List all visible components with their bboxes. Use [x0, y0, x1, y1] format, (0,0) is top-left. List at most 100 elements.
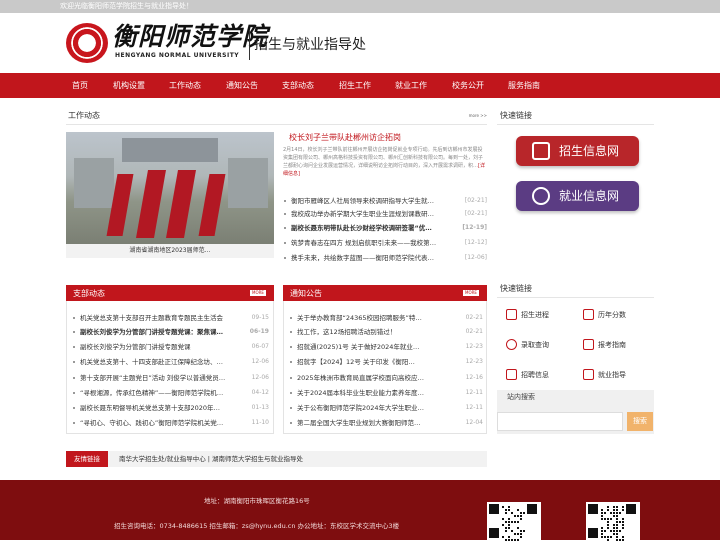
- nav-item-branch-news[interactable]: 支部动态: [282, 73, 314, 98]
- qr-module: [622, 539, 624, 541]
- friend-links-text[interactable]: 南华大学招生处/就业指导中心 | 湖南师范大学招生与就业指导处: [119, 451, 303, 467]
- nav-item-service-guide[interactable]: 服务指南: [508, 73, 540, 98]
- list-item-text[interactable]: 副校长聂东明带队赴长沙财经学校调研签署“优…: [291, 222, 459, 234]
- qr-module: [520, 518, 522, 520]
- list-item[interactable]: 关于举办教育部“24365校园招聘服务”特… 02-21: [289, 312, 483, 324]
- friend-links-bar: 友情链接 南华大学招生处/就业指导中心 | 湖南师范大学招生与就业指导处: [66, 451, 487, 467]
- list-item-text[interactable]: 我校成功举办新学期大学生职业生涯规划课教研…: [291, 208, 459, 220]
- list-item[interactable]: 机关党总支第十支部召开主题教育专题民主生活会 09-15: [72, 312, 269, 324]
- list-item[interactable]: 副校长刘俊学为分管部门讲授专题党课：聚焦课… 06-19: [72, 326, 269, 338]
- qr-module: [622, 521, 624, 523]
- nav-item-notices[interactable]: 通知公告: [226, 73, 258, 98]
- list-item[interactable]: 第十支部开展“主题党日”活动 刘俊学以普通党员… 12-06: [72, 372, 269, 384]
- list-item[interactable]: 招就通(2025)1号 关于做好2024年就业… 12-23: [289, 341, 483, 353]
- qr-module: [616, 521, 618, 523]
- list-item-text[interactable]: 招就通(2025)1号 关于做好2024年就业…: [297, 341, 463, 353]
- site-search-panel: 站内搜索 搜索: [497, 390, 654, 434]
- list-item[interactable]: “寻根湘源，传承红色精神”——衡阳师范学院机… 04-12: [72, 387, 269, 399]
- list-item[interactable]: 关于公布衡阳师范学院2024年大学生职业… 12-11: [289, 402, 483, 414]
- list-item[interactable]: 关于2024届本科毕业生职业能力素养年度… 12-11: [289, 387, 483, 399]
- list-item[interactable]: 副校长聂东明督导机关党总支第十支部2020年… 01-13: [72, 402, 269, 414]
- list-item-text[interactable]: 第二届全国大学生职业规划大赛衡阳师范…: [297, 417, 463, 429]
- logo-chinese-name[interactable]: 衡阳师范学院: [112, 22, 268, 52]
- list-item-text[interactable]: 招就字【2024】12号 关于印发《衡阳…: [297, 356, 463, 368]
- photo-tent-row: [198, 174, 226, 236]
- list-item-text[interactable]: 2025年株洲市教育局直属学校面向高校应…: [297, 372, 463, 384]
- nav-item-affairs[interactable]: 校务公开: [452, 73, 484, 98]
- list-item-date: 12-23: [465, 343, 483, 350]
- work-news-more-link[interactable]: more >>: [469, 113, 487, 118]
- qr-module: [619, 539, 621, 541]
- progress-icon: [506, 309, 517, 320]
- nav-item-work-news[interactable]: 工作动态: [169, 73, 201, 98]
- qr-module: [607, 524, 609, 526]
- list-item-date: 02-21: [465, 328, 483, 335]
- qr-module: [511, 512, 513, 514]
- list-item-text[interactable]: 找工作，这12场招聘活动别错过！: [297, 326, 463, 338]
- search-input[interactable]: [497, 412, 623, 431]
- qr-module: [622, 506, 624, 508]
- qr-module: [517, 533, 519, 535]
- list-item-text[interactable]: 第十支部开展“主题党日”活动 刘俊学以普通党员…: [80, 372, 248, 384]
- list-item-text[interactable]: 关于举办教育部“24365校园招聘服务”特…: [297, 312, 463, 324]
- qr-module: [616, 539, 618, 541]
- list-item[interactable]: 找工作，这12场招聘活动别错过！ 02-21: [289, 326, 483, 338]
- qr-module: [607, 536, 609, 538]
- qr-module: [601, 533, 603, 535]
- list-item[interactable]: “寻初心、守初心、践初心”衡阳师范学院机关党… 11-10: [72, 417, 269, 429]
- list-item[interactable]: 机关党总支第十、十四支部赴正江保障纪念坊、… 12-06: [72, 356, 269, 368]
- branch-news-more-button[interactable]: MORE: [250, 290, 266, 296]
- nav-item-admissions[interactable]: 招生工作: [339, 73, 371, 98]
- list-item-text[interactable]: “寻根湘源，传承红色精神”——衡阳师范学院机…: [80, 387, 248, 399]
- employment-portal-button[interactable]: 就业信息网: [516, 181, 639, 211]
- qr-module: [604, 530, 606, 532]
- qr-module: [613, 509, 615, 511]
- list-item-text[interactable]: 关于公布衡阳师范学院2024年大学生职业…: [297, 402, 463, 414]
- nav-item-home[interactable]: 首页: [72, 73, 88, 98]
- news-photo[interactable]: 2 湖南省湖南地区2023届师范…: [66, 132, 274, 258]
- list-item[interactable]: 副校长刘俊学为分管部门讲授专题党课 06-07: [72, 341, 269, 353]
- work-news-header: 工作动态 more >>: [66, 109, 487, 125]
- list-item[interactable]: 第二届全国大学生职业规划大赛衡阳师范… 12-04: [289, 417, 483, 429]
- qr-module: [613, 524, 615, 526]
- qr-module: [508, 506, 510, 508]
- university-emblem-icon[interactable]: [66, 23, 108, 63]
- list-item[interactable]: 衡阳市雁峰区人社局领导来校调研指导大学生就… [02-21]: [283, 195, 487, 207]
- notices-more-button[interactable]: MORE: [463, 290, 479, 296]
- list-item[interactable]: 招就字【2024】12号 关于印发《衡阳… 12-23: [289, 356, 483, 368]
- featured-news-title[interactable]: 校长刘子兰带队赴郴州访企拓岗: [289, 132, 401, 143]
- photo-caption[interactable]: 湖南省湖南地区2023届师范…: [66, 244, 274, 258]
- list-item-date: 12-04: [465, 419, 483, 426]
- list-item-date: 06-19: [249, 328, 269, 335]
- admission-portal-button[interactable]: 招生信息网: [516, 136, 639, 166]
- qr-module: [508, 509, 510, 511]
- nav-item-employment[interactable]: 就业工作: [395, 73, 427, 98]
- list-item-text[interactable]: 机关党总支第十、十四支部赴正江保障纪念坊、…: [80, 356, 248, 368]
- photo-building: [122, 138, 218, 162]
- qr-module: [505, 512, 507, 514]
- qr-module: [502, 536, 504, 538]
- qr-module: [514, 521, 516, 523]
- list-item-date: 12-23: [465, 358, 483, 365]
- list-item[interactable]: 携手未来，共绘数字蓝图——衡阳师范学院代表… [12-06]: [283, 252, 487, 264]
- list-item[interactable]: 副校长聂东明带队赴长沙财经学校调研签署“优… [12-19]: [283, 222, 487, 234]
- guide-book-icon: [583, 339, 594, 350]
- list-item[interactable]: 2025年株洲市教育局直属学校面向高校应… 12-16: [289, 372, 483, 384]
- list-item-text[interactable]: 筑梦青春志在四方 规划启航职引未来——我校第…: [291, 237, 459, 249]
- search-button[interactable]: 搜索: [627, 412, 653, 431]
- qr-module: [601, 512, 603, 514]
- list-item-text[interactable]: 机关党总支第十支部召开主题教育专题民主生活会: [80, 312, 248, 324]
- welcome-text: 欢迎光临衡阳师范学院招生与就业指导处！: [60, 2, 193, 10]
- list-item-text[interactable]: 副校长刘俊学为分管部门讲授专题党课: [80, 341, 248, 353]
- list-item-text[interactable]: 副校长聂东明督导机关党总支第十支部2020年…: [80, 402, 248, 414]
- list-item-text[interactable]: “寻初心、守初心、践初心”衡阳师范学院机关党…: [80, 417, 248, 429]
- list-item-text[interactable]: 关于2024届本科毕业生职业能力素养年度…: [297, 387, 463, 399]
- branch-news-title: 支部动态: [73, 289, 105, 298]
- nav-item-organization[interactable]: 机构设置: [113, 73, 145, 98]
- qr-module: [511, 539, 513, 541]
- list-item-text[interactable]: 衡阳市雁峰区人社局领导来校调研指导大学生就…: [291, 195, 459, 207]
- list-item-text[interactable]: 副校长刘俊学为分管部门讲授专题党课：聚焦课…: [80, 326, 248, 338]
- list-item[interactable]: 我校成功举办新学期大学生职业生涯规划课教研… [02-21]: [283, 208, 487, 220]
- list-item[interactable]: 筑梦青春志在四方 规划启航职引未来——我校第… [12-12]: [283, 237, 487, 249]
- list-item-text[interactable]: 携手未来，共绘数字蓝图——衡阳师范学院代表…: [291, 252, 459, 264]
